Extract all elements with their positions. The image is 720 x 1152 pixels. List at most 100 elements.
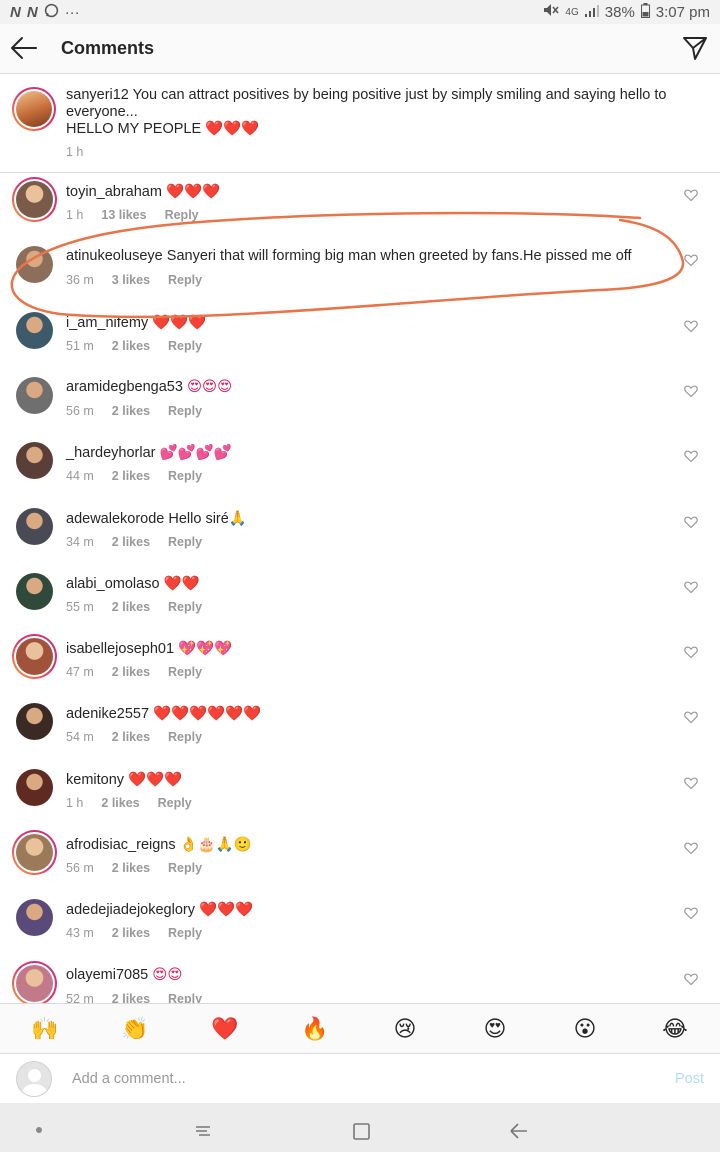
comment-likes[interactable]: 2 likes <box>112 600 150 614</box>
comment-username[interactable]: olayemi7085 <box>66 967 148 983</box>
avatar[interactable] <box>16 572 53 610</box>
nav-dot-icon[interactable] <box>36 1127 42 1133</box>
reply-button[interactable]: Reply <box>168 339 202 353</box>
comment-text: adedejiadejokeglory ❤️❤️❤️ <box>66 901 666 918</box>
avatar[interactable] <box>16 899 53 937</box>
like-heart-icon[interactable] <box>684 319 698 333</box>
reply-button[interactable]: Reply <box>168 469 202 483</box>
avatar[interactable] <box>16 703 53 741</box>
like-heart-icon[interactable] <box>684 972 698 986</box>
reaction-emoji-button[interactable]: 😮 <box>565 1016 605 1042</box>
like-heart-icon[interactable] <box>684 580 698 594</box>
comment-likes[interactable]: 2 likes <box>112 861 150 875</box>
comment-username[interactable]: adenike2557 <box>66 706 149 722</box>
direct-send-icon[interactable] <box>682 35 708 61</box>
like-heart-icon[interactable] <box>684 841 698 855</box>
like-heart-icon[interactable] <box>684 384 698 398</box>
reply-button[interactable]: Reply <box>158 796 192 810</box>
comment-meta: 43 m 2 likes Reply <box>66 926 220 940</box>
network-type: 4G <box>565 6 579 18</box>
back-icon[interactable] <box>508 1121 530 1141</box>
comment-username[interactable]: atinukeoluseye <box>66 248 163 264</box>
recent-apps-icon[interactable] <box>193 1121 213 1141</box>
comment-likes[interactable]: 2 likes <box>112 926 150 940</box>
reply-button[interactable]: Reply <box>168 861 202 875</box>
like-heart-icon[interactable] <box>684 645 698 659</box>
like-heart-icon[interactable] <box>684 515 698 529</box>
comment-username[interactable]: aramidegbenga53 <box>66 379 183 395</box>
caption-username[interactable]: sanyeri12 <box>66 87 129 103</box>
comment-username[interactable]: kemitony <box>66 772 124 788</box>
comment-username[interactable]: afrodisiac_reigns <box>66 837 176 853</box>
whatsapp-icon <box>44 3 59 22</box>
more-notifications: ··· <box>64 3 80 21</box>
comment-likes[interactable]: 2 likes <box>112 730 150 744</box>
caption-body-2: HELLO MY PEOPLE <box>66 121 202 137</box>
comment-time: 54 m <box>66 730 94 745</box>
avatar[interactable] <box>16 246 53 284</box>
comment-likes[interactable]: 2 likes <box>101 796 139 810</box>
reaction-emoji-button[interactable]: 😢 <box>385 1016 425 1042</box>
comment-likes[interactable]: 3 likes <box>112 273 150 287</box>
comment-time: 1 h <box>66 795 84 810</box>
comment-likes[interactable]: 2 likes <box>112 404 150 418</box>
signal-icon <box>584 4 599 21</box>
reply-button[interactable]: Reply <box>165 208 199 222</box>
reply-button[interactable]: Reply <box>168 600 202 614</box>
comment-body: Sanyeri that will forming big man when g… <box>166 248 632 265</box>
like-heart-icon[interactable] <box>684 253 698 267</box>
avatar[interactable] <box>12 634 57 680</box>
home-icon[interactable] <box>352 1121 372 1141</box>
avatar[interactable] <box>16 311 53 349</box>
comment-username[interactable]: i_am_nifemy <box>66 315 148 331</box>
back-arrow-icon[interactable] <box>10 36 38 60</box>
avatar[interactable] <box>12 87 56 131</box>
reply-button[interactable]: Reply <box>168 404 202 418</box>
comment-username[interactable]: adewalekorode <box>66 511 164 527</box>
comment-likes[interactable]: 2 likes <box>112 665 150 679</box>
like-heart-icon[interactable] <box>684 188 698 202</box>
reaction-emoji-button[interactable]: ❤️ <box>205 1016 245 1042</box>
comment-username[interactable]: _hardeyhorlar <box>66 445 155 461</box>
comment-username[interactable]: isabellejoseph01 <box>66 641 174 657</box>
reply-button[interactable]: Reply <box>168 665 202 679</box>
like-heart-icon[interactable] <box>684 906 698 920</box>
comment-likes[interactable]: 2 likes <box>112 469 150 483</box>
comment-text: isabellejoseph01 💖💖💖 <box>66 640 666 657</box>
comment-input[interactable] <box>72 1066 632 1092</box>
like-heart-icon[interactable] <box>684 776 698 790</box>
like-heart-icon[interactable] <box>684 710 698 724</box>
like-heart-icon[interactable] <box>684 449 698 463</box>
comment-likes[interactable]: 13 likes <box>101 208 146 222</box>
reaction-emoji-button[interactable]: 🙌 <box>25 1016 65 1042</box>
reply-button[interactable]: Reply <box>168 926 202 940</box>
comment-text: olayemi7085 😍😍 <box>66 967 666 983</box>
comment-row: adedejiadejokeglory ❤️❤️❤️ 43 m 2 likes Rep… <box>0 890 720 955</box>
comment-emoji: ❤️❤️❤️❤️❤️❤️ <box>153 706 262 723</box>
reaction-emoji-button[interactable]: 😍 <box>475 1016 515 1042</box>
avatar[interactable] <box>12 830 57 875</box>
avatar[interactable] <box>12 960 57 1006</box>
avatar[interactable] <box>16 507 53 545</box>
comment-username[interactable]: alabi_omolaso <box>66 576 160 592</box>
comment-meta: 55 m 2 likes Reply <box>66 600 220 614</box>
comment-emoji: 😍😍 <box>152 966 183 983</box>
avatar[interactable] <box>16 442 53 480</box>
comment-emoji: 💖💖💖 <box>178 641 233 658</box>
reply-button[interactable]: Reply <box>168 535 202 549</box>
reply-button[interactable]: Reply <box>168 273 202 287</box>
comment-likes[interactable]: 2 likes <box>112 535 150 549</box>
comment-likes[interactable]: 2 likes <box>112 339 150 353</box>
reply-button[interactable]: Reply <box>168 730 202 744</box>
avatar[interactable] <box>16 376 53 414</box>
avatar[interactable] <box>12 177 57 222</box>
comment-username[interactable]: toyin_abraham <box>66 184 162 200</box>
post-button[interactable]: Post <box>675 1071 704 1087</box>
reaction-emoji-button[interactable]: 👏 <box>115 1016 155 1042</box>
avatar[interactable] <box>16 768 53 806</box>
battery-percent: 38% <box>604 3 635 21</box>
reaction-emoji-button[interactable]: 😂 <box>655 1016 695 1042</box>
reaction-emoji-button[interactable]: 🔥 <box>295 1016 335 1042</box>
post-caption: sanyeri12 You can attract positives by b… <box>0 75 720 173</box>
comment-username[interactable]: adedejiadejokeglory <box>66 902 195 918</box>
